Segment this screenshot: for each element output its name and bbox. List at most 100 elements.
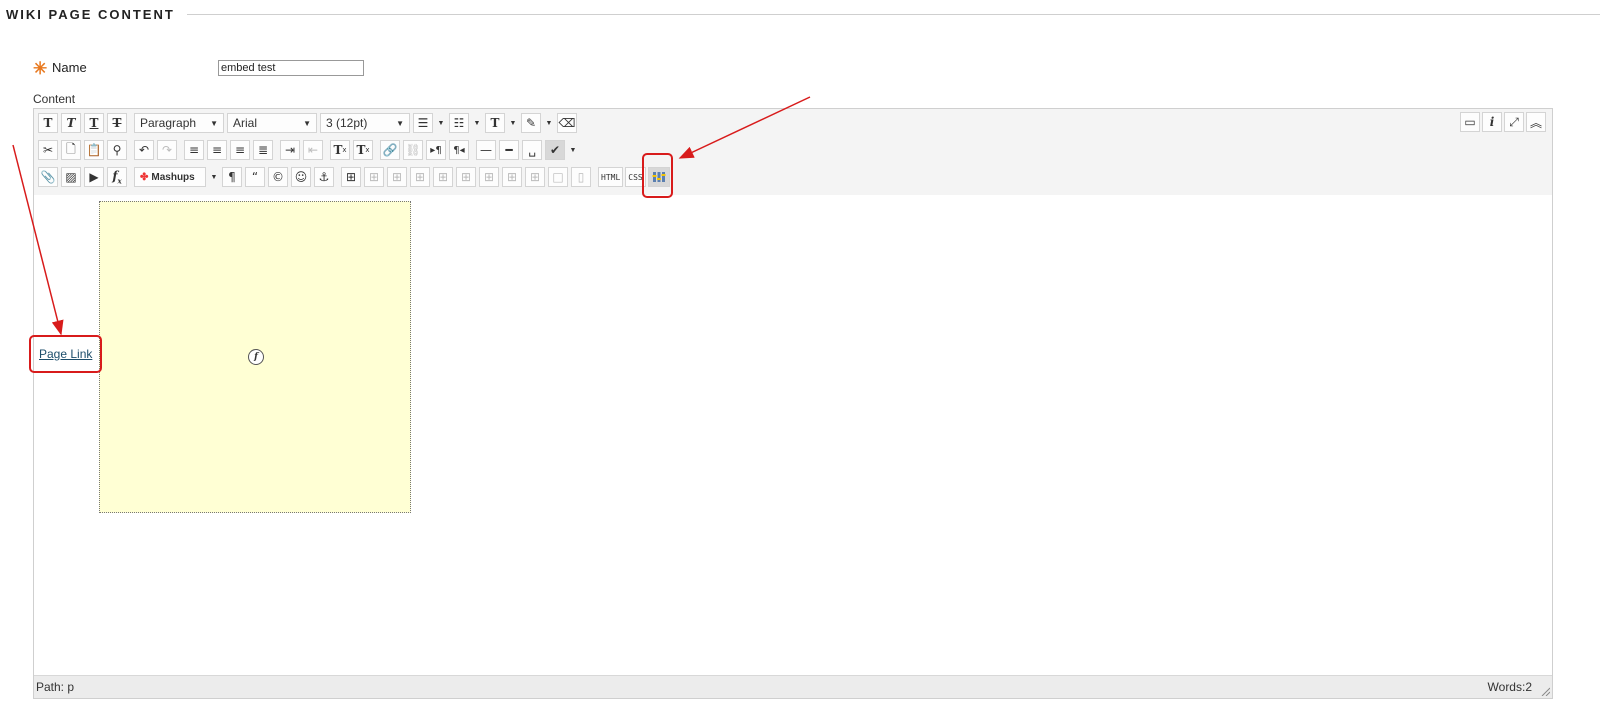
- text-color-dropdown[interactable]: ▼: [508, 113, 518, 133]
- scissors-icon: ✂: [42, 143, 54, 157]
- mashups-icon: ✤: [140, 171, 149, 183]
- table-icon: ⊞: [368, 170, 380, 184]
- unlink-button[interactable]: ⛓: [403, 140, 423, 160]
- italic-button[interactable]: T: [61, 113, 81, 133]
- chevron-down-icon: ▼: [545, 119, 553, 127]
- pilcrow-icon: ¶: [228, 170, 236, 184]
- table-icon: ⊞: [437, 170, 449, 184]
- toolbar-row-3: 📎 ▨ ▶ fx ✤ Mashups ▼ ¶ “ © ☺ ⚓ ⊞ ⊞ ⊞ ⊞ ⊞ …: [38, 166, 673, 188]
- insert-image-button[interactable]: ▨: [61, 167, 81, 187]
- table-cell-props-button[interactable]: □: [548, 167, 568, 187]
- thick-line-icon: ━: [505, 143, 513, 157]
- table-row-before-button[interactable]: ⊞: [364, 167, 384, 187]
- bold-button[interactable]: T: [38, 113, 58, 133]
- media-icon: ▶: [89, 170, 99, 184]
- table-col-after-button[interactable]: ⊞: [456, 167, 476, 187]
- align-left-button[interactable]: ≡: [184, 140, 204, 160]
- table-icon: ⊞: [529, 170, 541, 184]
- spellcheck-dropdown[interactable]: ▼: [568, 140, 578, 160]
- horizontal-rule-thick-button[interactable]: ━: [499, 140, 519, 160]
- anchor-button[interactable]: ⚓: [314, 167, 334, 187]
- font-size-select[interactable]: 3 (12pt) ▼: [320, 113, 410, 133]
- underline-button[interactable]: T: [84, 113, 104, 133]
- chevron-down-icon: ▼: [210, 118, 218, 128]
- info-icon: i: [1489, 115, 1495, 129]
- special-character-button[interactable]: ©: [268, 167, 288, 187]
- table-icon: ⊞: [414, 170, 426, 184]
- table-row-after-button[interactable]: ⊞: [387, 167, 407, 187]
- insert-table-button[interactable]: ⊞: [341, 167, 361, 187]
- outdent-icon: ⇤: [307, 143, 319, 157]
- table-col-before-button[interactable]: ⊞: [433, 167, 453, 187]
- nonbreaking-space-button[interactable]: ␣: [522, 140, 542, 160]
- bullet-list-dropdown[interactable]: ▼: [436, 113, 446, 133]
- bullet-list-button[interactable]: ☰: [413, 113, 433, 133]
- superscript-button[interactable]: Tx: [330, 140, 350, 160]
- insert-link-button[interactable]: 🔗: [380, 140, 400, 160]
- spellcheck-button[interactable]: ✔: [545, 140, 565, 160]
- preview-button[interactable]: ▭: [1460, 112, 1480, 132]
- name-input[interactable]: [218, 60, 364, 76]
- table-icon: ⊞: [345, 170, 357, 184]
- table-merge-button[interactable]: ⊞: [525, 167, 545, 187]
- highlight-dropdown[interactable]: ▼: [544, 113, 554, 133]
- indent-button[interactable]: ⇥: [280, 140, 300, 160]
- emoticon-button[interactable]: ☺: [291, 167, 311, 187]
- superscript-glyph: T: [333, 143, 343, 157]
- redo-button[interactable]: ↷: [157, 140, 177, 160]
- table-icon: ⊞: [506, 170, 518, 184]
- blockquote-button[interactable]: “: [245, 167, 265, 187]
- attach-file-button[interactable]: 📎: [38, 167, 58, 187]
- undo-button[interactable]: ↶: [134, 140, 154, 160]
- insert-equation-button[interactable]: fx: [107, 167, 127, 187]
- align-center-button[interactable]: ≡: [207, 140, 227, 160]
- underline-glyph: T: [89, 116, 99, 130]
- strikethrough-button[interactable]: T: [107, 113, 127, 133]
- section-divider: [187, 14, 1600, 15]
- justify-button[interactable]: ≣: [253, 140, 273, 160]
- eraser-icon: ⌫: [558, 116, 576, 130]
- fullscreen-button[interactable]: ⤢: [1504, 112, 1524, 132]
- html-source-button[interactable]: HTML: [598, 167, 624, 187]
- ltr-button[interactable]: ▸¶: [426, 140, 446, 160]
- clear-format-button[interactable]: ⌫: [557, 113, 577, 133]
- cut-button[interactable]: ✂: [38, 140, 58, 160]
- horizontal-rule-thin-button[interactable]: —: [476, 140, 496, 160]
- font-select-value: Arial: [233, 116, 258, 130]
- expand-icon: ⤢: [1509, 114, 1519, 129]
- collapse-toolbar-button[interactable]: ︽: [1526, 112, 1546, 132]
- editor-toolbar: T T T T Paragraph ▼ Arial ▼ 3 (12pt) ▼ ☰ ▼ …: [34, 109, 1552, 196]
- chevron-down-icon: ▼: [210, 173, 218, 181]
- align-right-button[interactable]: ≡: [230, 140, 250, 160]
- bold-glyph: T: [43, 116, 53, 130]
- magnifier-icon: ⚲: [112, 143, 122, 157]
- table-delete-row-button[interactable]: ⊞: [410, 167, 430, 187]
- rtl-button[interactable]: ¶◂: [449, 140, 469, 160]
- align-right-icon: ≡: [234, 143, 246, 157]
- text-color-button[interactable]: T: [485, 113, 505, 133]
- info-button[interactable]: i: [1482, 112, 1502, 132]
- numbered-list-button[interactable]: ☷: [449, 113, 469, 133]
- rich-text-editor: T T T T Paragraph ▼ Arial ▼ 3 (12pt) ▼ ☰ ▼ …: [33, 108, 1553, 699]
- insert-media-button[interactable]: ▶: [84, 167, 104, 187]
- embedded-flash-object[interactable]: f: [99, 201, 411, 513]
- font-family-select[interactable]: Arial ▼: [227, 113, 317, 133]
- quote-icon: “: [251, 170, 259, 184]
- outdent-button[interactable]: ⇤: [303, 140, 323, 160]
- copy-button[interactable]: 🗋: [61, 140, 81, 160]
- paste-button[interactable]: 📋: [84, 140, 104, 160]
- right-to-left-icon: ¶◂: [453, 144, 465, 156]
- table-delete-col-button[interactable]: ⊞: [479, 167, 499, 187]
- find-button[interactable]: ⚲: [107, 140, 127, 160]
- table-row-props-button[interactable]: ▯: [571, 167, 591, 187]
- numbered-list-dropdown[interactable]: ▼: [472, 113, 482, 133]
- subscript-button[interactable]: Tx: [353, 140, 373, 160]
- resize-handle-icon[interactable]: [1540, 686, 1550, 696]
- mashups-dropdown[interactable]: ▼: [209, 167, 219, 187]
- format-select[interactable]: Paragraph ▼: [134, 113, 224, 133]
- editor-content-area[interactable]: Page Link f: [34, 195, 1552, 677]
- table-split-button[interactable]: ⊞: [502, 167, 522, 187]
- mashups-button[interactable]: ✤ Mashups: [134, 167, 206, 187]
- highlight-button[interactable]: ✎: [521, 113, 541, 133]
- paragraph-marks-button[interactable]: ¶: [222, 167, 242, 187]
